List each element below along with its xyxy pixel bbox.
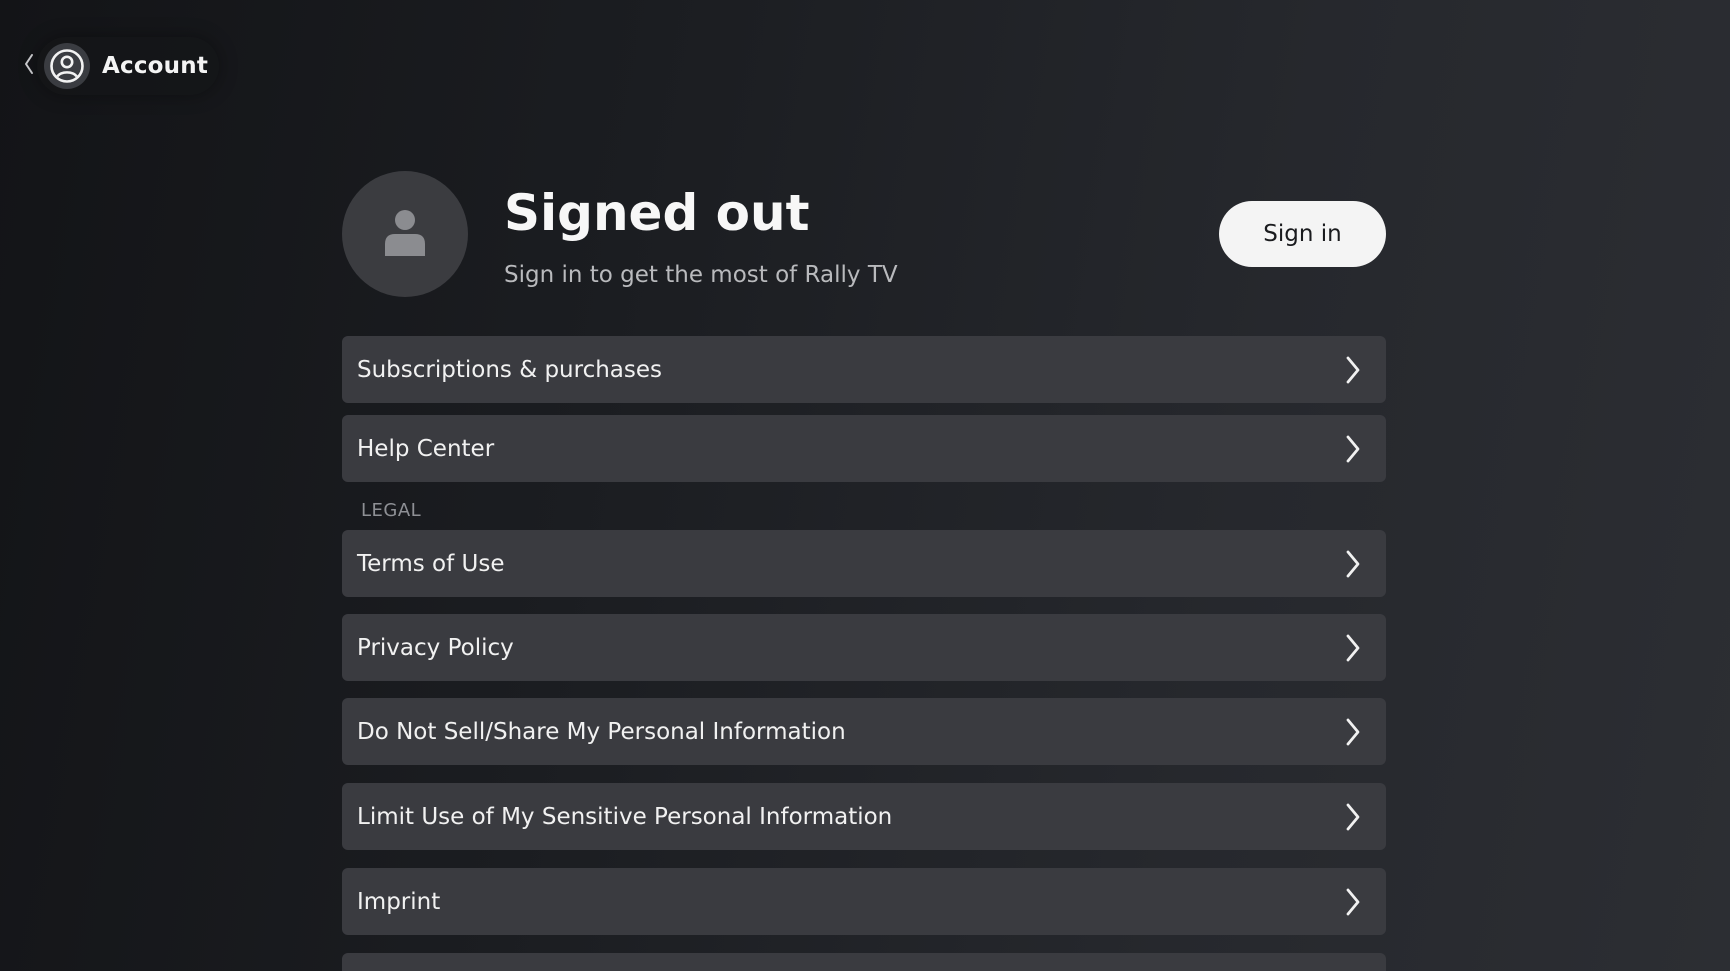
chevron-right-icon [1340, 885, 1366, 919]
chevron-right-icon [1340, 432, 1366, 466]
chevron-right-icon [1340, 715, 1366, 749]
menu-item-label: Terms of Use [357, 550, 505, 577]
menu-item-terms-of-use[interactable]: Terms of Use [342, 530, 1386, 597]
menu-item-help-center[interactable]: Help Center [342, 415, 1386, 482]
chevron-left-icon [24, 53, 34, 79]
menu-item-imprint[interactable]: Imprint [342, 868, 1386, 935]
avatar [342, 171, 468, 297]
menu-item-limit-use[interactable]: Limit Use of My Sensitive Personal Infor… [342, 783, 1386, 850]
menu-item-label: Imprint [357, 888, 441, 915]
account-nav-pill[interactable]: Account [37, 37, 219, 95]
sign-in-button[interactable]: Sign in [1219, 201, 1386, 267]
menu-item-subscriptions[interactable]: Subscriptions & purchases [342, 336, 1386, 403]
person-icon [383, 206, 427, 262]
status-subtitle: Sign in to get the most of Rally TV [504, 262, 898, 288]
section-label-legal: LEGAL [361, 500, 422, 521]
nav-title: Account [102, 53, 209, 79]
page-title: Signed out [504, 184, 810, 242]
chevron-right-icon [1340, 353, 1366, 387]
menu-item-partial[interactable] [342, 953, 1386, 971]
menu-item-label: Limit Use of My Sensitive Personal Infor… [357, 803, 893, 830]
menu-item-label: Subscriptions & purchases [357, 356, 663, 383]
menu-item-label: Do Not Sell/Share My Personal Informatio… [357, 718, 846, 745]
menu-item-label: Privacy Policy [357, 634, 514, 661]
chevron-right-icon [1340, 800, 1366, 834]
chevron-right-icon [1340, 547, 1366, 581]
chevron-right-icon [1340, 631, 1366, 665]
menu-item-label: Help Center [357, 435, 495, 462]
menu-item-privacy-policy[interactable]: Privacy Policy [342, 614, 1386, 681]
back-button[interactable] [22, 53, 36, 79]
menu-item-do-not-sell[interactable]: Do Not Sell/Share My Personal Informatio… [342, 698, 1386, 765]
user-circle-icon [44, 43, 90, 89]
